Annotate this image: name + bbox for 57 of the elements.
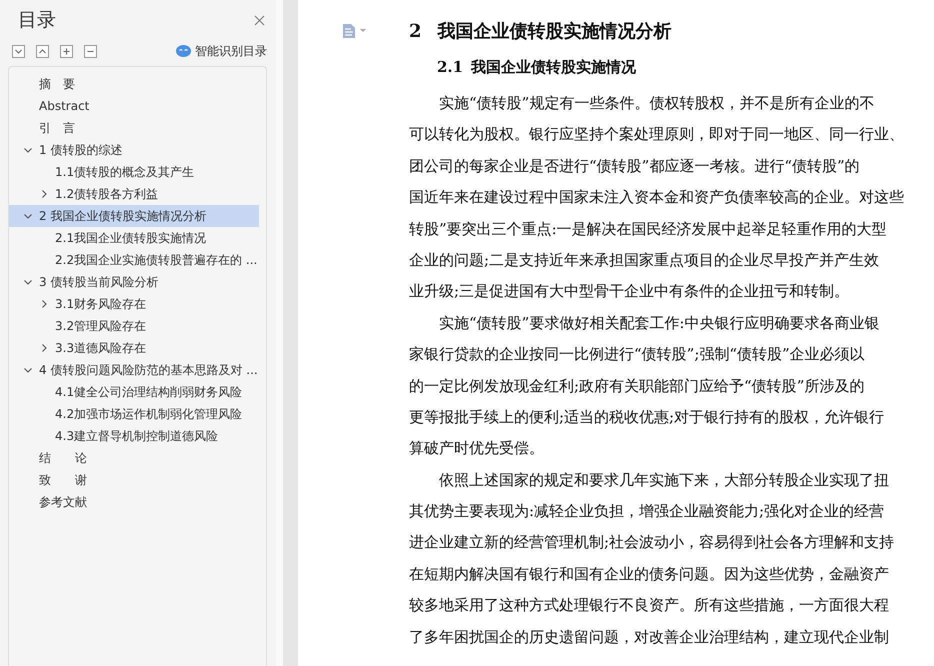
body-text-line: 企业的问题;二是支持近年来承担国家重点项目的企业尽早投产并产生效 <box>409 250 880 271</box>
body-text-line: 了多年困扰国企的历史遗留问题，对改善企业治理结构，建立现代企业制 <box>409 626 890 648</box>
toc-item[interactable]: 3.3道德风险存在 <box>9 337 259 359</box>
collapse-all-icon[interactable] <box>36 44 49 58</box>
toc-item[interactable]: 结 论 <box>9 447 259 469</box>
chevron-right-icon[interactable] <box>39 343 49 353</box>
body-text-line: 实施“债转股”要求做好相关配套工作:中央银行应明确要求各商业银 <box>438 312 880 334</box>
close-icon[interactable] <box>254 14 265 26</box>
body-text-line: 更等报批手续上的便利;适当的税收优惠;对于银行持有的股权，允许银行 <box>409 406 886 428</box>
smart-toc-button[interactable]: 智能识别目录 <box>176 42 267 60</box>
body-text-line: 可以转化为股权。银行应坚持个案处理原则，即对于同一地区、同一行业、 <box>409 124 905 146</box>
robot-face-icon <box>176 45 191 57</box>
plus-icon[interactable] <box>60 44 73 58</box>
toc-item[interactable]: 1 债转股的综述 <box>9 139 259 161</box>
body-text-line: 在短期内解决国有银行和国有企业的债务问题。因为这些优势，金融资产 <box>409 564 890 585</box>
toc-item[interactable]: 3.1财务风险存在 <box>9 293 259 315</box>
section-heading: 2 我国企业债转股实施情况分析 <box>409 20 673 44</box>
toc-item[interactable]: 4 债转股问题风险防范的基本思路及对 ... <box>9 359 259 381</box>
toc-item[interactable]: 引 言 <box>9 117 259 139</box>
body-text-line: 的一定比例发放现金红利;政府有关职能部门应给予“债转股”所涉及的 <box>409 376 866 397</box>
toc-item[interactable]: 3 债转股当前风险分析 <box>9 271 259 293</box>
body-text-line: 团公司的每家企业是否进行“债转股”都应逐一考核。进行“债转股”的 <box>409 156 861 177</box>
chevron-right-icon[interactable] <box>39 299 49 309</box>
toc-item[interactable]: 4.2加强市场运作机制弱化管理风险 <box>9 403 259 425</box>
chevron-down-icon[interactable] <box>23 145 33 155</box>
body-text-line: 较多地采用了这种方式处理银行不良资产。所有这些措施，一方面很大程 <box>409 595 890 616</box>
panel-title: 目录 <box>18 8 56 33</box>
body-text-line: 实施“债转股”规定有一些条件。债权转股权，并不是所有企业的不 <box>438 93 876 114</box>
chevron-down-icon[interactable] <box>23 365 33 375</box>
body-text-line: 算破产时优先受偿。 <box>409 438 545 460</box>
caret-icon <box>360 29 366 33</box>
toc-item[interactable]: 摘 要 <box>9 73 259 95</box>
toc-item[interactable]: 致 谢 <box>9 469 259 491</box>
body-text-line: 家银行贷款的企业按同一比例进行“债转股”;强制“债转股”企业必须以 <box>409 344 866 366</box>
toc-item[interactable]: 2 我国企业债转股实施情况分析 <box>9 205 259 227</box>
body-text-line: 其优势主要表现为:减轻企业负担，增强企业融资能力;强化对企业的经营 <box>409 501 886 522</box>
body-text-line: 转股”要突出三个重点:一是解决在国民经济发展中起举足轻重作用的大型 <box>409 218 888 240</box>
toc-item[interactable]: 2.2我国企业实施债转股普遍存在的 ... <box>9 249 259 271</box>
toc-item[interactable]: 4.3建立督导机制控制道德风险 <box>9 425 259 447</box>
document-icon <box>343 24 355 38</box>
chevron-down-icon[interactable] <box>23 277 33 287</box>
toc-item[interactable]: 3.2管理风险存在 <box>9 315 259 337</box>
toc-item[interactable]: 参考文献 <box>9 491 259 513</box>
body-text-line: 国近年来在建设过程中国家未注入资本金和资产负债率较高的企业。对这些 <box>409 187 905 208</box>
minus-icon[interactable] <box>84 44 97 58</box>
subsection-heading: 2.1 我国企业债转股实施情况 <box>437 58 638 78</box>
toc-item[interactable]: Abstract <box>9 95 259 117</box>
expand-all-icon[interactable] <box>12 44 25 58</box>
body-text-line: 业升级;三是促进国有大中型骨干企业中有条件的企业扭亏和转制。 <box>409 281 850 302</box>
body-text-line: 进企业建立新的经营管理机制;社会波动小，容易得到社会各方理解和支持 <box>409 532 896 554</box>
body-text-line: 依照上述国家的规定和要求几年实施下来，大部分转股企业实现了扭 <box>438 470 890 491</box>
toc-item[interactable]: 1.1债转股的概念及其产生 <box>9 161 259 183</box>
chevron-right-icon[interactable] <box>39 189 49 199</box>
toc-item[interactable]: 4.1健全公司治理结构削弱财务风险 <box>9 381 259 403</box>
toc-item[interactable]: 1.2债转股各方利益 <box>9 183 259 205</box>
toc-item[interactable]: 2.1我国企业债转股实施情况 <box>9 227 259 249</box>
chevron-down-icon[interactable] <box>23 211 33 221</box>
